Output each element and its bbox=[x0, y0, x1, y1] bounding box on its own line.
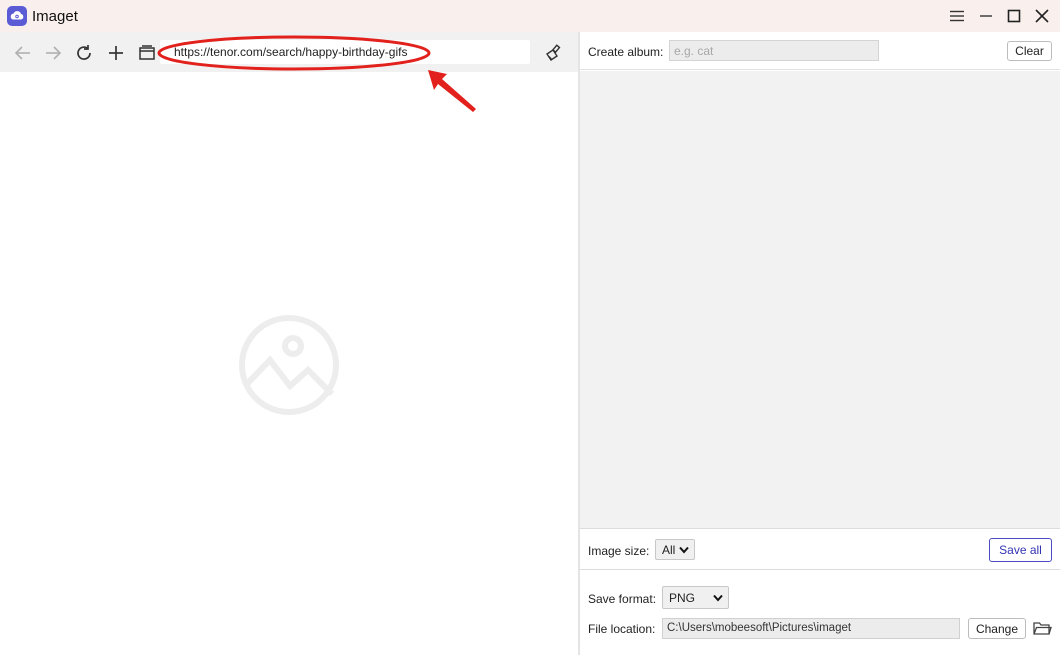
chevron-down-icon bbox=[713, 591, 723, 605]
back-arrow-icon[interactable] bbox=[12, 42, 34, 64]
image-size-bar: Image size: All Save all bbox=[580, 528, 1060, 570]
tabs-window-icon[interactable] bbox=[136, 42, 158, 64]
app-logo-icon bbox=[7, 6, 27, 26]
menu-icon[interactable] bbox=[947, 6, 967, 26]
title-bar: Imaget bbox=[0, 0, 1060, 32]
change-button[interactable]: Change bbox=[968, 618, 1026, 639]
image-gallery-area bbox=[580, 71, 1060, 528]
file-location-label: File location: bbox=[588, 622, 656, 636]
save-all-button[interactable]: Save all bbox=[989, 538, 1052, 562]
annotation-highlight-ellipse bbox=[157, 35, 431, 71]
image-size-value: All bbox=[662, 542, 676, 557]
create-album-label: Create album: bbox=[588, 45, 664, 59]
album-name-input[interactable] bbox=[669, 40, 879, 61]
save-format-label: Save format: bbox=[588, 592, 657, 606]
save-format-select[interactable]: PNG bbox=[662, 586, 729, 609]
image-size-select[interactable]: All bbox=[655, 539, 695, 560]
reload-icon[interactable] bbox=[73, 42, 95, 64]
album-bar: Create album: Clear bbox=[580, 32, 1060, 70]
app-title: Imaget bbox=[32, 8, 78, 25]
clear-button[interactable]: Clear bbox=[1007, 41, 1052, 61]
image-placeholder-icon bbox=[238, 314, 340, 419]
minimize-icon[interactable] bbox=[976, 6, 996, 26]
forward-arrow-icon[interactable] bbox=[42, 42, 64, 64]
browser-toolbar: https://tenor.com/search/happy-birthday-… bbox=[0, 32, 578, 72]
save-format-value: PNG bbox=[669, 590, 696, 605]
maximize-icon[interactable] bbox=[1004, 6, 1024, 26]
annotation-arrow bbox=[428, 70, 476, 112]
brush-clean-icon[interactable] bbox=[542, 42, 564, 64]
file-location-field[interactable]: C:\Users\mobeesoft\Pictures\imaget bbox=[662, 618, 960, 639]
image-size-label: Image size: bbox=[588, 544, 650, 558]
browser-pane: https://tenor.com/search/happy-birthday-… bbox=[0, 32, 578, 655]
close-icon[interactable] bbox=[1032, 6, 1052, 26]
new-tab-plus-icon[interactable] bbox=[105, 42, 127, 64]
chevron-down-icon bbox=[679, 543, 689, 557]
download-panel: Create album: Clear Image size: All Save… bbox=[580, 32, 1060, 655]
folder-icon[interactable] bbox=[1032, 618, 1052, 638]
